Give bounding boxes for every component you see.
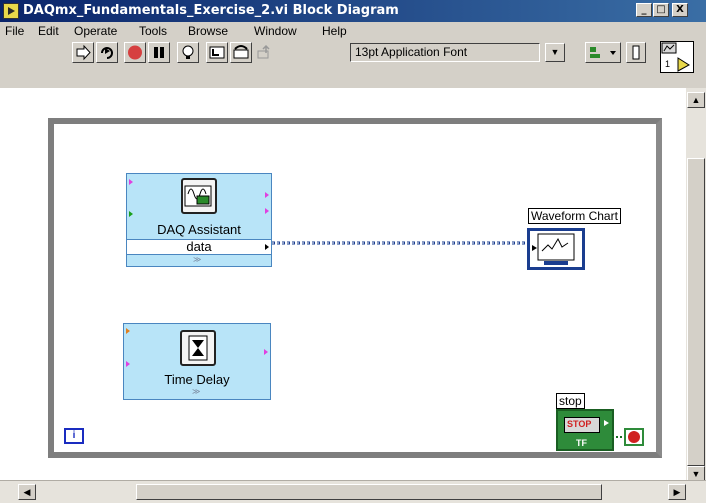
- labview-vi-icon: [3, 3, 19, 19]
- output-pin-icon: [265, 192, 269, 198]
- boolean-type-label: TF: [576, 438, 587, 448]
- run-continuous-icon[interactable]: [96, 42, 118, 63]
- output-pin-icon: [265, 208, 269, 214]
- vertical-scrollbar[interactable]: ▲ ▼: [686, 88, 706, 482]
- menu-operate[interactable]: Operate: [74, 24, 117, 38]
- dynamic-data-wire[interactable]: [270, 238, 532, 250]
- stop-sign-icon: [628, 431, 640, 443]
- abort-icon[interactable]: [124, 42, 146, 63]
- output-pin-icon: [264, 349, 268, 355]
- font-selector-dropdown[interactable]: ▼: [545, 43, 565, 62]
- menu-edit[interactable]: Edit: [38, 24, 59, 38]
- close-button[interactable]: X: [672, 3, 688, 17]
- window-title: DAQmx_Fundamentals_Exercise_2.vi Block D…: [23, 3, 399, 18]
- horizontal-scrollbar[interactable]: ◀ ▶: [0, 480, 706, 503]
- scroll-left-arrow-icon[interactable]: ◀: [18, 484, 36, 500]
- time-delay-label: Time Delay: [164, 372, 230, 387]
- svg-text:1: 1: [665, 59, 670, 69]
- input-pin-icon: [129, 211, 133, 217]
- highlight-execution-icon[interactable]: [177, 42, 199, 63]
- hourglass-icon: [180, 330, 216, 366]
- waveform-chart-icon: [532, 233, 575, 265]
- menu-tools[interactable]: Tools: [139, 24, 167, 38]
- expand-chevron-icon[interactable]: ≫: [192, 387, 200, 396]
- maximize-button[interactable]: □: [653, 3, 669, 17]
- distribute-icon[interactable]: [626, 42, 646, 63]
- title-bar[interactable]: DAQmx_Fundamentals_Exercise_2.vi Block D…: [0, 0, 706, 22]
- menu-browse[interactable]: Browse: [188, 24, 228, 38]
- step-into-icon[interactable]: [206, 42, 228, 63]
- iteration-terminal[interactable]: i: [64, 428, 84, 444]
- pause-icon[interactable]: [148, 42, 170, 63]
- stop-label: stop: [556, 393, 585, 409]
- minimize-button[interactable]: _: [636, 3, 652, 17]
- scroll-right-arrow-icon[interactable]: ▶: [668, 484, 686, 500]
- boolean-output-arrow-icon: [604, 420, 609, 426]
- time-delay-vi[interactable]: Time Delay ≫: [123, 323, 271, 400]
- step-out-icon[interactable]: [254, 42, 276, 63]
- menu-file[interactable]: File: [5, 24, 24, 38]
- vi-connector-pane-icon: 1: [660, 41, 694, 73]
- stop-if-true-terminal[interactable]: [624, 428, 644, 446]
- stop-button-face: STOP: [564, 417, 600, 433]
- horizontal-scroll-thumb[interactable]: [136, 484, 602, 500]
- daq-assistant-icon: [181, 178, 217, 214]
- daq-data-output-row[interactable]: data: [127, 239, 271, 255]
- daq-assistant-label: DAQ Assistant: [157, 222, 241, 237]
- daq-assistant-vi[interactable]: DAQ Assistant data ≫: [126, 173, 272, 267]
- data-output-arrow-icon: [265, 244, 269, 250]
- menu-help[interactable]: Help: [322, 24, 347, 38]
- toolbar: 13pt Application Font ▼: [0, 40, 706, 66]
- stop-button-terminal[interactable]: STOP TF: [556, 409, 614, 451]
- menu-bar: File Edit Operate Tools Browse Window He…: [0, 22, 706, 40]
- expand-chevron-icon[interactable]: ≫: [193, 255, 201, 264]
- step-over-icon[interactable]: [230, 42, 252, 63]
- run-arrow-icon[interactable]: [72, 42, 94, 63]
- input-pin-icon: [126, 328, 130, 334]
- waveform-chart-label: Waveform Chart: [528, 208, 621, 224]
- input-pin-icon: [126, 361, 130, 367]
- scroll-up-arrow-icon[interactable]: ▲: [687, 92, 705, 108]
- font-selector[interactable]: 13pt Application Font: [350, 43, 540, 62]
- menu-window[interactable]: Window: [254, 24, 297, 38]
- stop-button-text: STOP: [567, 419, 592, 429]
- align-icon[interactable]: [585, 42, 621, 63]
- daq-data-output-label: data: [186, 239, 212, 254]
- waveform-chart-terminal[interactable]: [527, 228, 585, 270]
- input-pin-icon: [129, 179, 133, 185]
- vertical-scroll-thumb[interactable]: [687, 158, 705, 466]
